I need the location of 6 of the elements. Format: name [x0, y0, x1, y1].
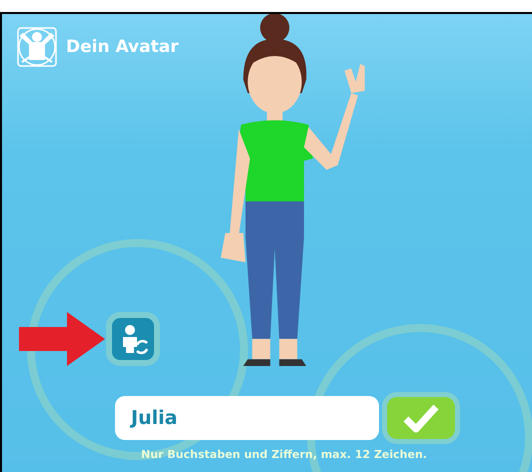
checkmark-icon: [403, 403, 439, 433]
input-hint: Nur Buchstaben und Ziffern, max. 12 Zeichen.: [141, 448, 427, 461]
avatar-logo-icon: [16, 26, 58, 68]
page-title: Dein Avatar: [66, 37, 179, 57]
name-input-field[interactable]: Julia: [115, 396, 379, 440]
change-avatar-button[interactable]: [112, 318, 154, 360]
